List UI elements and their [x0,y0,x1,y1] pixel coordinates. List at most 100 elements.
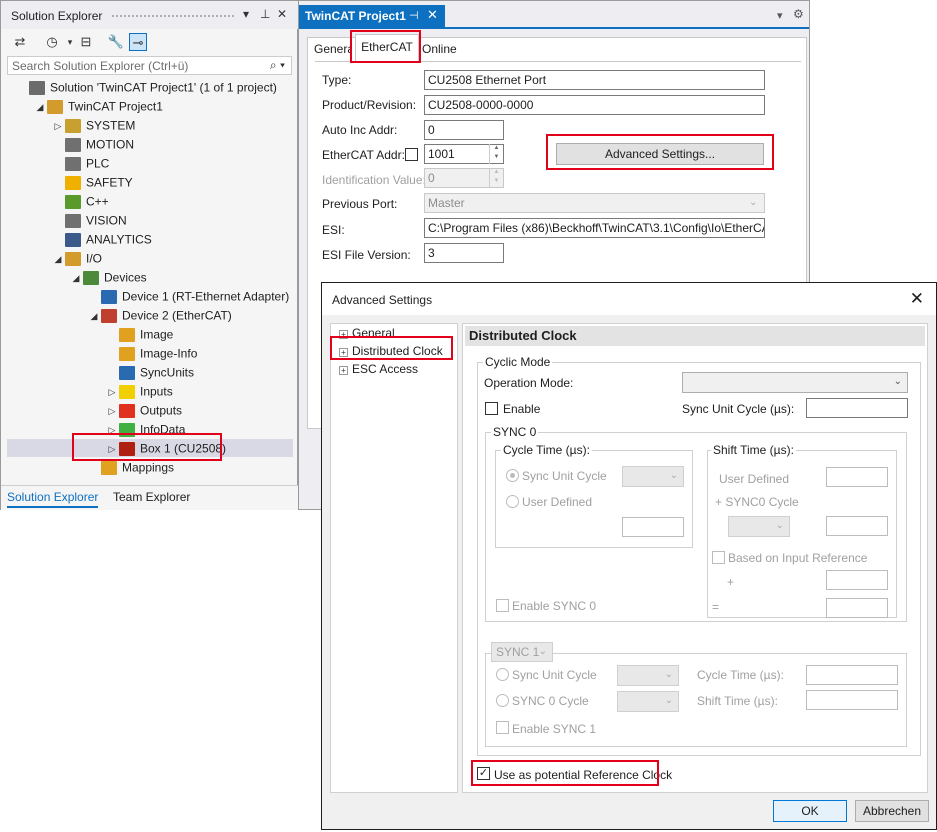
expand-icon[interactable]: + [339,366,348,375]
motion-icon [65,137,81,152]
tree-item[interactable]: SyncUnits [105,363,194,382]
properties-wrench-icon[interactable]: 🔧 [107,33,125,51]
auto-inc-addr-field[interactable]: 0 [424,120,504,140]
nav-item-esc-access[interactable]: + ESC Access [339,361,418,378]
outputs-icon [119,403,135,418]
solution-icon [29,80,45,95]
vision-icon [65,213,81,228]
preview-icon[interactable]: ⊸ [129,33,147,51]
product-revision-field[interactable]: CU2508-0000-0000 [424,95,765,115]
tree-item[interactable]: ANALYTICS [51,230,152,249]
system-icon [65,118,81,133]
search-icon[interactable]: ⌕ ▾ [270,58,285,73]
ok-button[interactable]: OK [773,800,847,822]
solution-explorer-search[interactable]: Search Solution Explorer (Ctrl+ü) ⌕ ▾ [7,56,292,75]
sync1-shift-time-field [806,690,898,710]
tree-item[interactable]: Image [105,325,173,344]
cycle-time-label: Cycle Time (µs): [501,443,592,457]
document-tab[interactable]: TwinCAT Project1 ⊣ ✕ [299,5,445,27]
tree-item-label: PLC [86,156,110,171]
settings-gear-icon[interactable]: ⚙ [793,7,804,21]
tab-solution-explorer[interactable]: Solution Explorer [7,490,99,508]
sync1-select: SYNC 1 ⌄ [491,642,553,662]
cancel-button[interactable]: Abbrechen [855,800,929,822]
sync-with-document-icon[interactable]: ⇄ [11,33,29,51]
highlight-box-device [72,433,222,461]
dialog-title: Advanced Settings [332,293,433,307]
expand-arrow-icon[interactable]: ▷ [105,402,119,421]
enable-label: Enable [503,402,541,416]
analytics-icon [65,232,81,247]
dropdown-arrow-icon[interactable]: ▾ [243,7,249,21]
tree-item[interactable]: ▷ SYSTEM [51,116,135,135]
type-field[interactable]: CU2508 Ethernet Port [424,70,765,90]
shift-user-defined-label: User Defined [719,472,790,486]
tree-item[interactable]: Solution 'TwinCAT Project1' (1 of 1 proj… [15,78,277,97]
tree-item[interactable]: Device 1 (RT-Ethernet Adapter) [87,287,289,306]
twincat-project-icon [47,99,63,114]
tab-general[interactable]: General [314,39,352,59]
close-icon[interactable]: ✕ [910,289,924,309]
sync0-cycle-select: ⌄ [728,516,790,537]
dialog-titlebar: Advanced Settings ✕ [322,283,936,315]
tree-item[interactable]: SAFETY [51,173,133,192]
tree-item-label: VISION [86,213,127,228]
tree-item[interactable]: ◢ I/O [51,249,102,268]
expand-arrow-icon[interactable]: ◢ [33,98,47,117]
product-revision-label: Product/Revision: [322,98,417,112]
tree-item[interactable]: PLC [51,154,109,173]
tree-item[interactable]: Image-Info [105,344,197,363]
esi-file-version-label: ESI File Version: [322,248,411,262]
ethercat-addr-label: EtherCAT Addr: [322,148,405,162]
tree-item[interactable]: C++ [51,192,109,211]
close-icon[interactable]: ✕ [277,7,287,21]
tree-item[interactable]: ◢ TwinCAT Project1 [33,97,163,116]
enable-checkbox[interactable] [485,402,498,415]
dropdown-arrow-icon[interactable]: ▾ [777,9,783,22]
expand-arrow-icon[interactable]: ▷ [105,383,119,402]
highlight-box-distributed-clock [330,336,453,360]
close-tab-icon[interactable]: ✕ [427,7,438,23]
shift-user-defined-field [826,467,888,487]
collapse-all-icon[interactable]: ⊟ [77,33,95,51]
plus-sync0-cycle-label: + SYNC0 Cycle [715,495,799,509]
expand-arrow-icon[interactable]: ▷ [51,117,65,136]
operation-mode-label: Operation Mode: [484,376,574,390]
devices-icon [83,270,99,285]
io-icon [65,251,81,266]
drag-grip[interactable] [111,14,235,18]
enable-sync1-checkbox [496,721,509,734]
expand-arrow-icon[interactable]: ◢ [51,250,65,269]
sync-unit-cycle-field[interactable] [806,398,908,418]
previous-port-select: Master [424,193,765,213]
sync0-cycle-select-2: ⌄ [617,691,679,712]
expand-arrow-icon[interactable]: ◢ [69,269,83,288]
cyclic-mode-label: Cyclic Mode [483,355,553,369]
tree-item[interactable]: ▷ Outputs [105,401,182,420]
history-icon[interactable]: ◷ [43,33,61,51]
tree-item-label: I/O [86,251,103,266]
enable-sync1-label: Enable SYNC 1 [512,722,597,736]
chevron-down-icon: ⌄ [538,646,547,657]
nav-label: ESC Access [352,362,419,376]
esi-field[interactable]: C:\Program Files (x86)\Beckhoff\TwinCAT\… [424,218,765,238]
sync1-unit-cycle-select: ⌄ [617,665,679,686]
operation-mode-select[interactable]: ⌄ [682,372,908,393]
tab-team-explorer[interactable]: Team Explorer [113,490,190,504]
chevron-down-icon: ⌄ [664,695,673,706]
tree-item[interactable]: ▷ Inputs [105,382,173,401]
tree-item[interactable]: ◢ Device 2 (EtherCAT) [87,306,232,325]
enable-sync0-checkbox [496,599,509,612]
tab-online[interactable]: Online [422,39,457,59]
expand-arrow-icon[interactable]: ◢ [87,307,101,326]
tree-item[interactable]: MOTION [51,135,134,154]
ethercat-addr-checkbox[interactable] [405,148,418,161]
sync-unit-cycle-radio-label: Sync Unit Cycle [522,469,607,483]
esi-file-version-field[interactable]: 3 [424,243,504,263]
tree-item[interactable]: ◢ Devices [69,268,147,287]
pin-icon[interactable]: ⊥ [260,7,270,21]
ethercat-addr-spinner-icon[interactable]: ▲ ▼ [489,144,503,164]
pin-icon[interactable]: ⊣ [409,9,419,22]
tree-item-label: ANALYTICS [86,232,152,247]
tree-item[interactable]: VISION [51,211,127,230]
